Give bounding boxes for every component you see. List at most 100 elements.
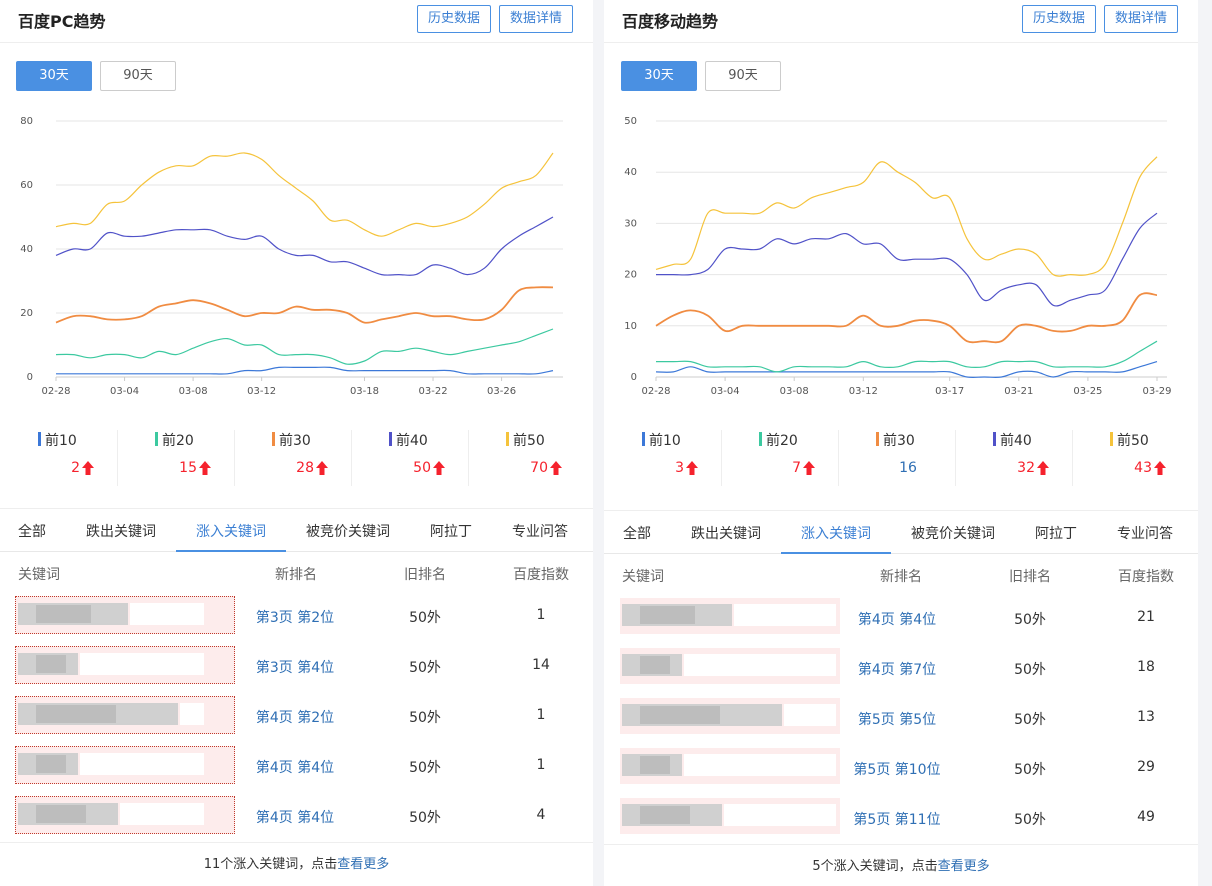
- new-rank-link[interactable]: 第4页 第2位: [240, 707, 350, 727]
- pc-range-90-button[interactable]: 90天: [100, 61, 176, 91]
- redacted-keyword-detail: [36, 605, 91, 623]
- new-rank-link[interactable]: 第5页 第5位: [842, 709, 952, 729]
- legend-divider: [351, 430, 352, 486]
- new-rank-link[interactable]: 第4页 第4位: [842, 609, 952, 629]
- tab-dropped[interactable]: 跌出关键词: [691, 523, 761, 543]
- mobile-footer-text: 5个涨入关键词，点击: [812, 859, 938, 874]
- x-tick-label: 03-04: [110, 386, 139, 397]
- x-tick-label: 03-12: [247, 386, 276, 397]
- tab-all[interactable]: 全部: [18, 521, 46, 541]
- tab-bidding[interactable]: 被竞价关键词: [306, 521, 390, 541]
- up-arrow-icon: [316, 461, 328, 475]
- old-rank-value: 50外: [409, 810, 441, 826]
- x-tick-label: 02-28: [641, 386, 670, 397]
- legend-divider: [468, 430, 469, 486]
- pc-detail-button[interactable]: 数据详情: [499, 5, 573, 33]
- legend-item-前30: 前30 16: [838, 428, 955, 488]
- keyword-cell-redacted[interactable]: [620, 798, 840, 834]
- mobile-range-90-button[interactable]: 90天: [705, 61, 781, 91]
- up-arrow-icon: [550, 461, 562, 475]
- mobile-history-button[interactable]: 历史数据: [1022, 5, 1096, 33]
- mobile-range-30-button[interactable]: 30天: [621, 61, 697, 91]
- pc-header-old-rank: 旧排名: [404, 567, 446, 583]
- redacted-keyword-detail: [36, 705, 116, 723]
- tab-dropped[interactable]: 跌出关键词: [86, 521, 156, 541]
- legend-label: 前10: [649, 433, 681, 449]
- tab-aladdin[interactable]: 阿拉丁: [1035, 523, 1077, 543]
- baidu-index-value: 49: [1137, 809, 1155, 825]
- keyword-cell-redacted[interactable]: [620, 698, 840, 734]
- keyword-cell-redacted[interactable]: [15, 696, 235, 734]
- legend-label: 前30: [883, 433, 915, 449]
- keyword-cell-redacted[interactable]: [15, 746, 235, 784]
- new-rank-link[interactable]: 第4页 第4位: [240, 807, 350, 827]
- redaction-gap: [80, 653, 204, 675]
- tab-all[interactable]: 全部: [623, 523, 651, 543]
- table-row: 第4页 第7位 50外 18: [604, 644, 1198, 694]
- mobile-detail-button[interactable]: 数据详情: [1104, 5, 1178, 33]
- y-tick-label: 40: [20, 244, 33, 255]
- old-rank-value: 50外: [1014, 812, 1046, 828]
- mobile-header-old-rank: 旧排名: [1009, 569, 1051, 585]
- keyword-cell-redacted[interactable]: [15, 796, 235, 834]
- tab-qa[interactable]: 专业问答: [1117, 523, 1173, 543]
- baidu-index-value: 1: [536, 707, 546, 723]
- up-arrow-icon: [686, 461, 698, 475]
- legend-color-marker: [272, 432, 275, 446]
- pc-range-30-button[interactable]: 30天: [16, 61, 92, 91]
- legend-divider: [721, 430, 722, 486]
- y-tick-label: 40: [624, 167, 637, 178]
- series-line-前20: [655, 340, 1158, 373]
- new-rank-link[interactable]: 第3页 第4位: [240, 657, 350, 677]
- legend-color-marker: [506, 432, 509, 446]
- redaction-gap: [130, 603, 204, 625]
- pc-history-button[interactable]: 历史数据: [417, 5, 491, 33]
- x-tick-label: 03-04: [711, 386, 740, 397]
- new-rank-link[interactable]: 第5页 第11位: [842, 809, 952, 829]
- x-tick-label: 03-29: [1142, 386, 1171, 397]
- redacted-keyword-detail: [36, 655, 66, 673]
- tab-rising[interactable]: 涨入关键词: [801, 523, 871, 543]
- new-rank-link[interactable]: 第4页 第4位: [240, 757, 350, 777]
- old-rank-value: 50外: [1014, 662, 1046, 678]
- baidu-index-value: 1: [536, 757, 546, 773]
- tab-bidding[interactable]: 被竞价关键词: [911, 523, 995, 543]
- redaction-gap: [684, 654, 836, 676]
- new-rank-link[interactable]: 第5页 第10位: [842, 759, 952, 779]
- keyword-cell-redacted[interactable]: [15, 646, 235, 684]
- legend-value: 43: [1134, 460, 1152, 476]
- keyword-cell-redacted[interactable]: [620, 748, 840, 784]
- mobile-view-more-link[interactable]: 查看更多: [938, 859, 990, 874]
- new-rank-link[interactable]: 第3页 第2位: [240, 607, 350, 627]
- redaction-gap: [784, 704, 836, 726]
- redacted-keyword-detail: [640, 806, 690, 824]
- series-line-前10: [56, 366, 554, 375]
- y-tick-label: 20: [20, 308, 33, 319]
- legend-label: 前10: [45, 433, 77, 449]
- mobile-header-baidu-index: 百度指数: [1118, 569, 1174, 585]
- new-rank-link[interactable]: 第4页 第7位: [842, 659, 952, 679]
- y-tick-label: 10: [624, 321, 637, 332]
- tab-rising[interactable]: 涨入关键词: [196, 521, 266, 541]
- keyword-cell-redacted[interactable]: [620, 648, 840, 684]
- legend-color-marker: [38, 432, 41, 446]
- legend-label: 前20: [162, 433, 194, 449]
- legend-label: 前40: [1000, 433, 1032, 449]
- tab-aladdin[interactable]: 阿拉丁: [430, 521, 472, 541]
- table-row: 第4页 第4位 50外 4: [0, 792, 593, 842]
- pc-view-more-link[interactable]: 查看更多: [337, 857, 389, 872]
- pc-header-keyword: 关键词: [18, 567, 60, 583]
- old-rank-value: 50外: [409, 610, 441, 626]
- redacted-keyword-detail: [640, 706, 720, 724]
- tab-qa[interactable]: 专业问答: [512, 521, 568, 541]
- y-tick-label: 0: [631, 372, 637, 383]
- pc-panel-title: 百度PC趋势: [18, 12, 106, 31]
- baidu-index-value: 14: [532, 657, 550, 673]
- keyword-cell-redacted[interactable]: [15, 596, 235, 634]
- legend-item-前40: 前40 32: [955, 428, 1072, 488]
- series-line-前40: [55, 216, 554, 276]
- legend-item-前50: 前50 70: [468, 428, 585, 488]
- keyword-cell-redacted[interactable]: [620, 598, 840, 634]
- legend-value: 16: [899, 460, 917, 476]
- up-arrow-icon: [1154, 461, 1166, 475]
